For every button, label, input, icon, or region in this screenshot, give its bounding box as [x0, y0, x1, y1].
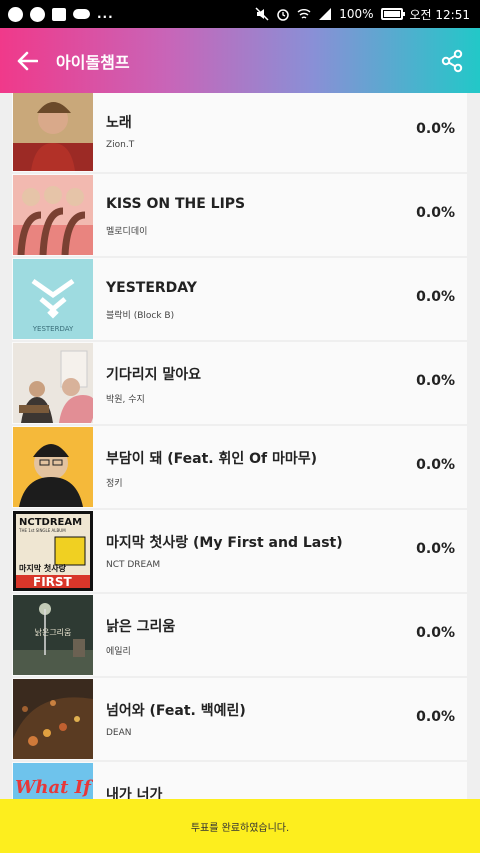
- album-art-text: 낡은그리움: [35, 627, 72, 637]
- battery-icon: [380, 8, 405, 20]
- song-artist: 에일리: [106, 647, 131, 657]
- song-list[interactable]: 노래 Zion.T 0.0% KISS ON THE LIPS 멜로디데이 0.…: [0, 93, 480, 799]
- vote-percent: 0.0%: [416, 205, 455, 221]
- app-bar: 아이돌챔프: [0, 28, 480, 93]
- vote-percent: 0.0%: [416, 373, 455, 389]
- album-art-text: 마지막 첫사랑: [19, 563, 67, 573]
- album-art: [13, 679, 93, 759]
- song-row[interactable]: 낡은그리움 낡은 그리움 에일리 0.0%: [12, 594, 467, 676]
- clock: 오전 12:51: [409, 7, 470, 22]
- album-art-text: NCTDREAM: [19, 517, 82, 528]
- page-title: 아이돌챔프: [56, 52, 130, 72]
- notification-icons: ...: [8, 6, 114, 22]
- vote-percent: 0.0%: [416, 457, 455, 473]
- share-button[interactable]: [424, 28, 480, 93]
- app-notification-icon: [8, 6, 23, 22]
- alarm-icon: [277, 9, 289, 21]
- song-title: 마지막 첫사랑 (My First and Last): [106, 535, 343, 551]
- song-artist: Zion.T: [106, 140, 135, 150]
- song-title: 부담이 돼 (Feat. 휘인 Of 마마무): [106, 451, 318, 467]
- vote-percent: 0.0%: [416, 121, 455, 137]
- song-row[interactable]: 부담이 돼 (Feat. 휘인 Of 마마무) 정키 0.0%: [12, 426, 467, 508]
- album-art-text: THE 1st SINGLE ALBUM: [18, 528, 66, 533]
- album-art: What If: [13, 763, 93, 799]
- album-art: 낡은그리움: [13, 595, 93, 675]
- song-artist: NCT DREAM: [106, 560, 161, 570]
- song-row[interactable]: YESTERDAY YESTERDAY 블락비 (Block B) 0.0%: [12, 258, 467, 340]
- vote-complete-bar: 투표를 완료하였습니다.: [0, 799, 480, 853]
- album-art: YESTERDAY: [13, 259, 93, 339]
- more-notifications-indicator: ...: [97, 7, 114, 21]
- song-row[interactable]: 넘어와 (Feat. 백예린) DEAN 0.0%: [12, 678, 467, 760]
- album-art: [13, 343, 93, 423]
- song-row[interactable]: What If 내가 너가: [12, 762, 467, 799]
- status-bar: ... 100% 오전 12:51: [0, 0, 480, 28]
- song-row[interactable]: KISS ON THE LIPS 멜로디데이 0.0%: [12, 174, 467, 256]
- song-artist: 정키: [106, 479, 123, 489]
- vote-percent: 0.0%: [416, 709, 455, 725]
- album-art-text: FIRST: [33, 575, 73, 589]
- song-artist: 박원, 수지: [106, 395, 145, 405]
- song-artist: DEAN: [106, 728, 132, 738]
- album-art: NCTDREAM THE 1st SINGLE ALBUM 마지막 첫사랑 FI…: [13, 511, 93, 591]
- song-row[interactable]: NCTDREAM THE 1st SINGLE ALBUM 마지막 첫사랑 FI…: [12, 510, 467, 592]
- song-title: YESTERDAY: [106, 280, 197, 296]
- album-art: [13, 93, 93, 171]
- upload-icon: [30, 6, 45, 22]
- vote-percent: 0.0%: [416, 625, 455, 641]
- song-row[interactable]: 기다리지 말아요 박원, 수지 0.0%: [12, 342, 467, 424]
- back-arrow-icon: [17, 51, 38, 70]
- song-title: 기다리지 말아요: [106, 367, 202, 383]
- back-button[interactable]: [0, 28, 54, 93]
- message-icon: [52, 7, 66, 21]
- album-art-text: What If: [15, 777, 93, 798]
- signal-icon: [319, 8, 332, 20]
- song-title: 노래: [106, 115, 132, 131]
- song-title: 낡은 그리움: [106, 619, 176, 635]
- wifi-icon: [297, 9, 311, 19]
- song-title: 넘어와 (Feat. 백예린): [106, 703, 246, 719]
- system-icons: 100% 오전 12:51: [255, 6, 470, 23]
- mute-icon: [255, 7, 269, 21]
- vote-percent: 0.0%: [416, 289, 455, 305]
- vote-percent: 0.0%: [416, 541, 455, 557]
- cloud-icon: [73, 9, 90, 19]
- vote-complete-message: 투표를 완료하였습니다.: [190, 822, 290, 834]
- album-art: [13, 175, 93, 255]
- album-art: [13, 427, 93, 507]
- song-row[interactable]: 노래 Zion.T 0.0%: [12, 93, 467, 172]
- album-art-text: YESTERDAY: [32, 325, 74, 333]
- share-icon: [441, 49, 463, 72]
- song-artist: 멜로디데이: [106, 227, 148, 237]
- song-title: 내가 너가: [106, 787, 163, 799]
- battery-percent: 100%: [339, 7, 374, 21]
- song-title: KISS ON THE LIPS: [106, 196, 246, 212]
- song-artist: 블락비 (Block B): [106, 311, 175, 321]
